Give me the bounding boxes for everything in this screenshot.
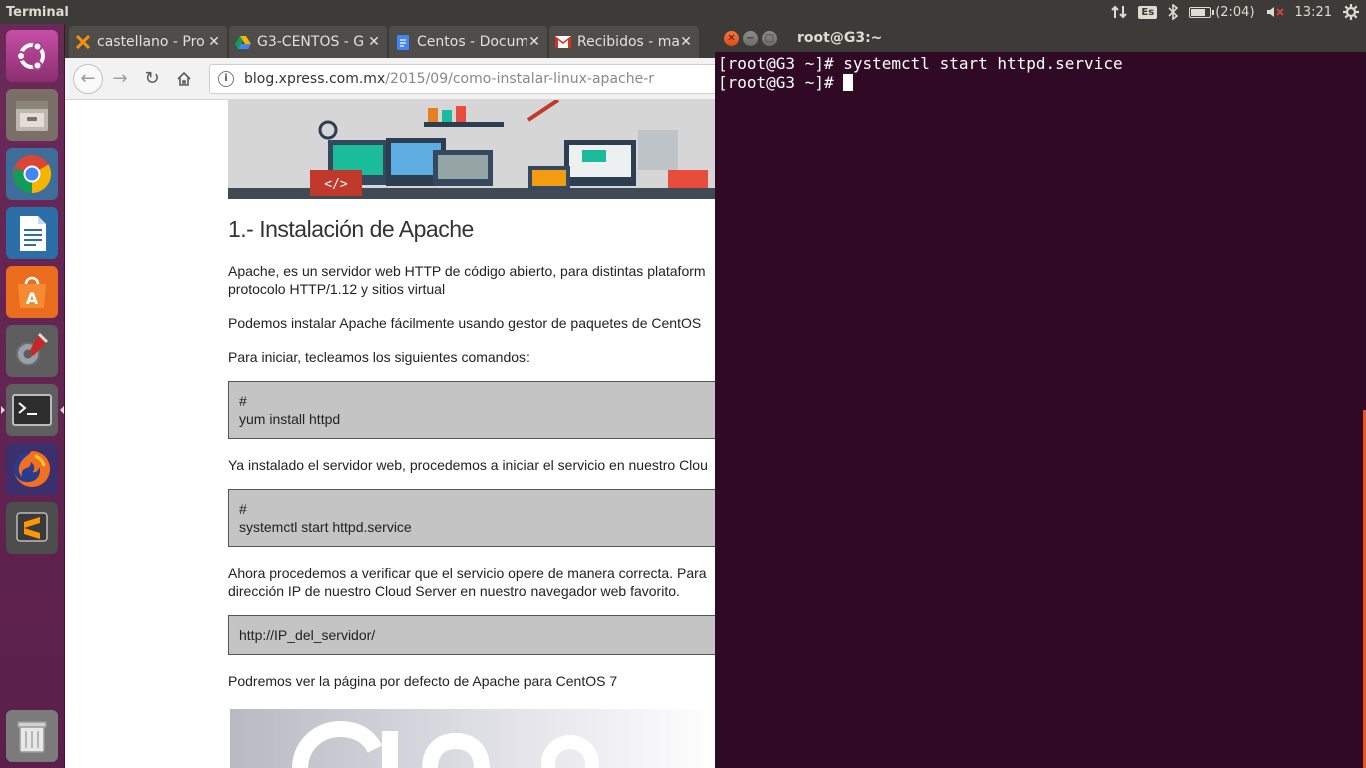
- section-heading: 1.- Instalación de Apache: [228, 216, 474, 242]
- paragraph: Para iniciar, tecleamos los siguientes c…: [228, 349, 530, 365]
- code-line: #: [239, 393, 247, 409]
- clock[interactable]: 13:21: [1295, 0, 1332, 24]
- terminal-line: [root@G3 ~]#: [718, 73, 1363, 92]
- code-block: # yum install httpd: [228, 381, 716, 439]
- svg-text:</>: </>: [324, 177, 348, 192]
- terminal-prompt: [root@G3 ~]#: [718, 54, 844, 73]
- battery-fill: [1191, 8, 1206, 16]
- bluetooth-icon[interactable]: [1167, 0, 1179, 24]
- software-center-icon[interactable]: A: [6, 266, 58, 318]
- page-info-icon[interactable]: i: [218, 70, 234, 87]
- paragraph: Podemos instalar Apache fácilmente usand…: [228, 315, 702, 331]
- code-block: http://IP_del_servidor/: [228, 615, 716, 655]
- battery-icon: [1189, 6, 1215, 18]
- docs-icon: [395, 34, 411, 50]
- article-header-image: </>: [228, 100, 716, 199]
- terminal-cursor: [843, 74, 854, 91]
- indicator-area: Es (2:04) 13:21: [1110, 0, 1360, 24]
- home-icon: [177, 71, 191, 86]
- window-maximize-button[interactable]: □: [762, 30, 777, 46]
- browser-toolbar: ← → ↻ i blog.xpress.com.mx/2015/09/como-…: [65, 58, 716, 100]
- terminal-command: systemctl start httpd.service: [843, 54, 1123, 73]
- window-close-button[interactable]: ✕: [724, 30, 739, 46]
- gmail-icon: [555, 34, 571, 50]
- paragraph: Podremos ver la página por defecto de Ap…: [228, 673, 618, 689]
- page-content: </> 1.- Instalación de Apache Apache, es…: [65, 100, 716, 768]
- apache-default-page-image: [230, 709, 716, 768]
- tab-centos-docs[interactable]: Centos - Docum ✕: [389, 26, 547, 58]
- svg-text:A: A: [26, 289, 39, 308]
- url-domain: blog.xpress.com.mx: [244, 70, 386, 87]
- xpress-icon: [75, 34, 91, 50]
- sublime-text-icon[interactable]: [6, 502, 58, 554]
- tab-close-icon[interactable]: ✕: [367, 34, 381, 50]
- terminal-title: root@G3:~: [797, 30, 883, 46]
- tab-close-icon[interactable]: ✕: [207, 34, 221, 50]
- terminal-icon[interactable]: [1, 384, 64, 436]
- writer-icon[interactable]: [6, 207, 58, 259]
- active-app-title: Terminal: [6, 4, 69, 20]
- code-line: systemctl start httpd.service: [239, 519, 412, 535]
- tab-strip: castellano - Pro ✕ G3-CENTOS - G ✕ Cento…: [65, 24, 716, 58]
- paragraph: Ahora procedemos a verificar que el serv…: [228, 565, 707, 581]
- battery-indicator[interactable]: (2:04): [1189, 0, 1255, 24]
- trash-icon[interactable]: [6, 710, 58, 762]
- terminal-prompt: [root@G3 ~]#: [718, 73, 844, 92]
- tab-gmail[interactable]: Recibidos - ma ✕: [549, 26, 699, 58]
- code-line: yum install httpd: [239, 411, 341, 427]
- address-bar[interactable]: i blog.xpress.com.mx/2015/09/como-instal…: [209, 63, 716, 94]
- code-line: #: [239, 501, 247, 517]
- paragraph: protocolo HTTP/1.12 y sitios virtual: [228, 281, 446, 297]
- network-icon[interactable]: [1110, 0, 1128, 24]
- tab-castellano[interactable]: castellano - Pro ✕: [69, 26, 227, 58]
- url-path: /2015/09/como-instalar-linux-apache-r: [385, 70, 655, 87]
- home-button[interactable]: [169, 64, 199, 94]
- paragraph: dirección IP de nuestro Cloud Server en …: [228, 583, 680, 599]
- tab-g3-centos[interactable]: G3-CENTOS - G ✕: [229, 26, 387, 58]
- window-minimize-button[interactable]: −: [743, 30, 758, 46]
- code-block: # systemctl start httpd.service: [228, 489, 716, 547]
- battery-time: (2:04): [1215, 4, 1255, 20]
- system-settings-icon[interactable]: [6, 325, 58, 377]
- keyboard-layout-indicator[interactable]: Es: [1138, 0, 1158, 24]
- top-panel: Terminal Es (2:04) 13:21: [0, 0, 1366, 24]
- back-button[interactable]: ←: [73, 63, 103, 94]
- terminal-line: [root@G3 ~]# systemctl start httpd.servi…: [718, 54, 1363, 73]
- chrome-browser-window: castellano - Pro ✕ G3-CENTOS - G ✕ Cento…: [65, 24, 716, 768]
- ubuntu-dash-icon[interactable]: [6, 30, 58, 82]
- forward-button[interactable]: →: [105, 64, 135, 94]
- terminal-output[interactable]: [root@G3 ~]# systemctl start httpd.servi…: [715, 52, 1366, 94]
- volume-muted-icon[interactable]: [1265, 0, 1285, 24]
- tab-close-icon[interactable]: ✕: [679, 34, 693, 50]
- terminal-window[interactable]: ✕ − □ root@G3:~ [root@G3 ~]# systemctl s…: [715, 24, 1366, 768]
- chrome-icon[interactable]: [6, 148, 58, 200]
- paragraph: Apache, es un servidor web HTTP de códig…: [228, 263, 706, 279]
- reload-button[interactable]: ↻: [137, 64, 167, 94]
- files-icon[interactable]: [6, 89, 58, 141]
- code-line: http://IP_del_servidor/: [239, 627, 376, 643]
- firefox-icon[interactable]: [6, 443, 58, 495]
- tab-close-icon[interactable]: ✕: [527, 34, 541, 50]
- terminal-titlebar[interactable]: ✕ − □ root@G3:~: [715, 24, 1366, 52]
- session-gear-icon[interactable]: [1342, 0, 1360, 24]
- paragraph: Ya instalado el servidor web, procedemos…: [228, 457, 708, 473]
- unity-launcher: A: [0, 24, 65, 768]
- drive-icon: [235, 34, 251, 50]
